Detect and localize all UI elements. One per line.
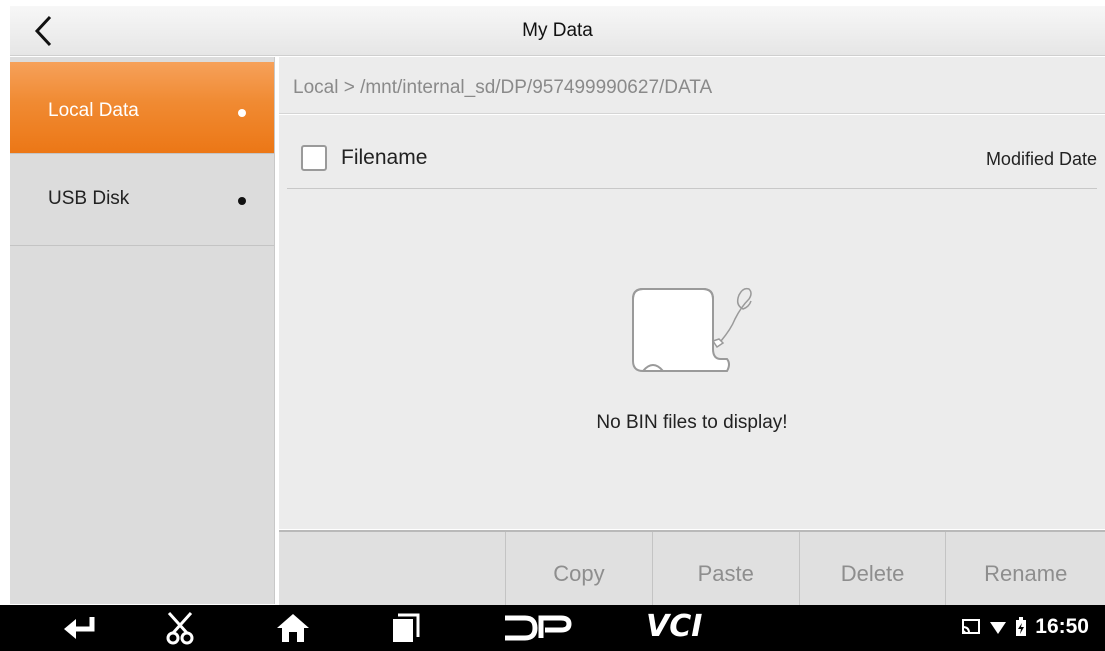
back-button[interactable] (24, 12, 62, 50)
sidebar-item-label: USB Disk (48, 188, 130, 209)
empty-state-message: No BIN files to display! (596, 412, 788, 433)
back-arrow-icon[interactable] (62, 615, 96, 641)
column-header-modified-date[interactable]: Modified Date (986, 149, 1097, 170)
file-list-header: Filename Modified Date (287, 127, 1097, 189)
system-navigation-bar: VCI 16:50 (0, 605, 1105, 651)
title-bar: My Data (10, 6, 1105, 56)
paste-button[interactable]: Paste (653, 532, 800, 605)
cast-icon (962, 619, 981, 634)
sidebar: Local Data USB Disk (10, 57, 275, 604)
select-all-checkbox[interactable] (301, 145, 327, 171)
chevron-left-icon (34, 15, 52, 47)
rename-button[interactable]: Rename (946, 532, 1105, 605)
battery-icon (1016, 617, 1027, 636)
sidebar-item-label: Local Data (48, 100, 139, 121)
copy-button[interactable]: Copy (506, 532, 653, 605)
column-header-filename[interactable]: Filename (341, 146, 427, 170)
empty-document-icon (632, 287, 752, 372)
recent-apps-icon[interactable] (390, 613, 420, 643)
breadcrumb: Local > /mnt/internal_sd/DP/957499990627… (279, 57, 1105, 114)
delete-button[interactable]: Delete (800, 532, 947, 605)
wifi-icon (990, 622, 1007, 634)
clock-time: 16:50 (1035, 615, 1089, 638)
status-area: 16:50 (961, 615, 1089, 639)
toolbar-spacer (279, 532, 507, 605)
scissors-icon[interactable] (165, 611, 195, 645)
vci-logo-text: VCI (646, 609, 702, 641)
dot-icon (238, 197, 246, 205)
page-title: My Data (522, 20, 593, 41)
breadcrumb-path: Local > /mnt/internal_sd/DP/957499990627… (293, 77, 713, 98)
home-icon[interactable] (276, 613, 310, 643)
action-toolbar: Copy Paste Delete Rename (279, 530, 1105, 605)
sidebar-item-local-data[interactable]: Local Data (10, 62, 274, 154)
file-list-panel: Filename Modified Date No BIN files to d… (279, 115, 1105, 529)
sidebar-item-usb-disk[interactable]: USB Disk (10, 154, 274, 246)
vci-logo-icon: VCI (646, 609, 702, 641)
selected-dot-icon (238, 109, 246, 117)
dp-logo-icon (505, 615, 572, 641)
